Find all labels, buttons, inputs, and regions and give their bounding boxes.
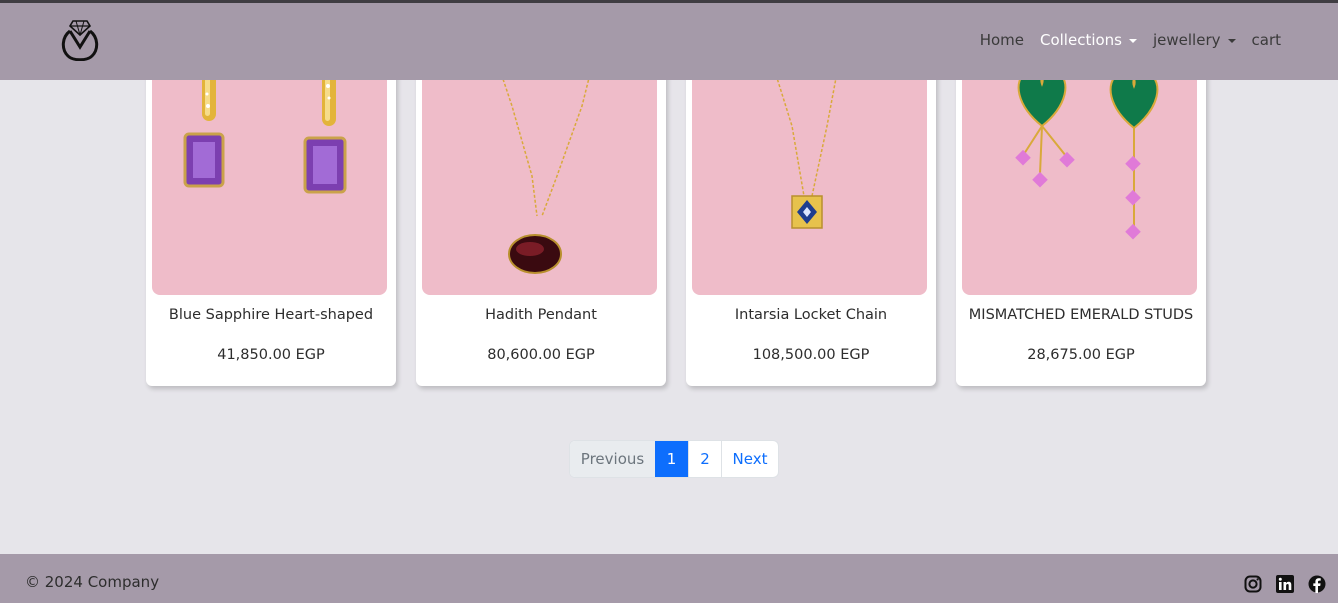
linkedin-icon[interactable]: [1276, 575, 1294, 593]
product-card[interactable]: MISMATCHED EMERALD STUDS 28,675.00 EGP: [956, 40, 1206, 386]
nav-link-label: cart: [1251, 31, 1282, 49]
nav-link-cart[interactable]: cart: [1252, 31, 1282, 49]
nav-link-label: jewellery: [1153, 31, 1221, 49]
instagram-icon[interactable]: [1244, 575, 1262, 593]
product-price: 80,600.00 EGP: [487, 347, 595, 363]
diamond-ring-logo-icon[interactable]: [60, 17, 100, 62]
nav-dropdown-collections[interactable]: Collections: [1040, 31, 1137, 49]
caret-down-icon: [1129, 38, 1137, 43]
product-title[interactable]: Hadith Pendant: [416, 307, 666, 323]
top-border: [0, 0, 1338, 3]
caret-down-icon: [1227, 38, 1236, 43]
nav-link-label: Home: [979, 31, 1024, 49]
amethyst-drop-earrings-image[interactable]: [152, 46, 387, 295]
product-price: 28,675.00 EGP: [1027, 347, 1135, 363]
emerald-heart-earrings-image[interactable]: [962, 46, 1197, 295]
product-title[interactable]: MISMATCHED EMERALD STUDS: [956, 307, 1206, 323]
pagination-page-1[interactable]: 1: [655, 441, 688, 477]
nav-link-label: Collections: [1039, 31, 1122, 49]
footer: © 2024 Company: [0, 554, 1338, 603]
copyright-text: © 2024 Company: [25, 573, 160, 591]
product-price: 108,500.00 EGP: [752, 347, 870, 363]
nav-links: Home Collections jewellery cart: [964, 31, 1281, 49]
product-title[interactable]: Blue Sapphire Heart-shaped: [146, 307, 396, 323]
product-card[interactable]: Blue Sapphire Heart-shaped 41,850.00 EGP: [146, 40, 396, 386]
nav-dropdown-jewellery[interactable]: jewellery: [1153, 31, 1236, 49]
navbar: Home Collections jewellery cart: [0, 3, 1338, 80]
pagination: Previous 1 2 Next: [569, 440, 779, 478]
pagination-next[interactable]: Next: [721, 441, 778, 477]
product-card[interactable]: Intarsia Locket Chain 108,500.00 EGP: [686, 40, 936, 386]
garnet-oval-pendant-necklace-image[interactable]: [422, 46, 657, 295]
facebook-icon[interactable]: [1308, 575, 1326, 593]
product-title[interactable]: Intarsia Locket Chain: [686, 307, 936, 323]
pagination-previous[interactable]: Previous: [570, 441, 655, 477]
product-price: 41,850.00 EGP: [217, 347, 325, 363]
pagination-page-2[interactable]: 2: [688, 441, 721, 477]
product-card[interactable]: Hadith Pendant 80,600.00 EGP: [416, 40, 666, 386]
social-links: [1244, 575, 1326, 593]
nav-link-home[interactable]: Home: [980, 31, 1024, 49]
gold-locket-chain-image[interactable]: [692, 46, 927, 295]
